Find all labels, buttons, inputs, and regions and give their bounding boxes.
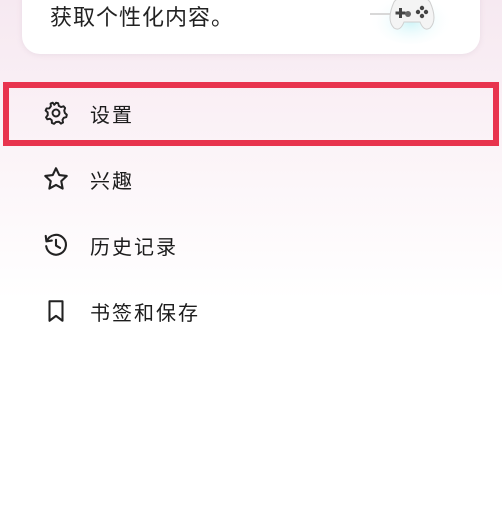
menu-item-interests[interactable]: 兴趣 xyxy=(0,146,502,212)
gear-icon xyxy=(40,97,72,129)
game-controller-icon xyxy=(366,0,456,46)
menu-item-label: 书签和保存 xyxy=(90,300,200,325)
bookmark-icon xyxy=(40,295,72,327)
history-icon xyxy=(40,229,72,261)
menu-list: 设置 兴趣 历史记录 书签和保存 xyxy=(0,80,502,344)
menu-item-bookmarks[interactable]: 书签和保存 xyxy=(0,278,502,344)
card-text: 获取个性化内容。 xyxy=(50,6,235,31)
menu-item-history[interactable]: 历史记录 xyxy=(0,212,502,278)
star-icon xyxy=(40,163,72,195)
menu-item-label: 设置 xyxy=(90,102,134,127)
menu-item-settings[interactable]: 设置 xyxy=(0,80,502,146)
menu-item-label: 历史记录 xyxy=(90,234,178,259)
menu-item-label: 兴趣 xyxy=(90,168,134,193)
personalization-card[interactable]: 获取个性化内容。 xyxy=(22,0,480,54)
